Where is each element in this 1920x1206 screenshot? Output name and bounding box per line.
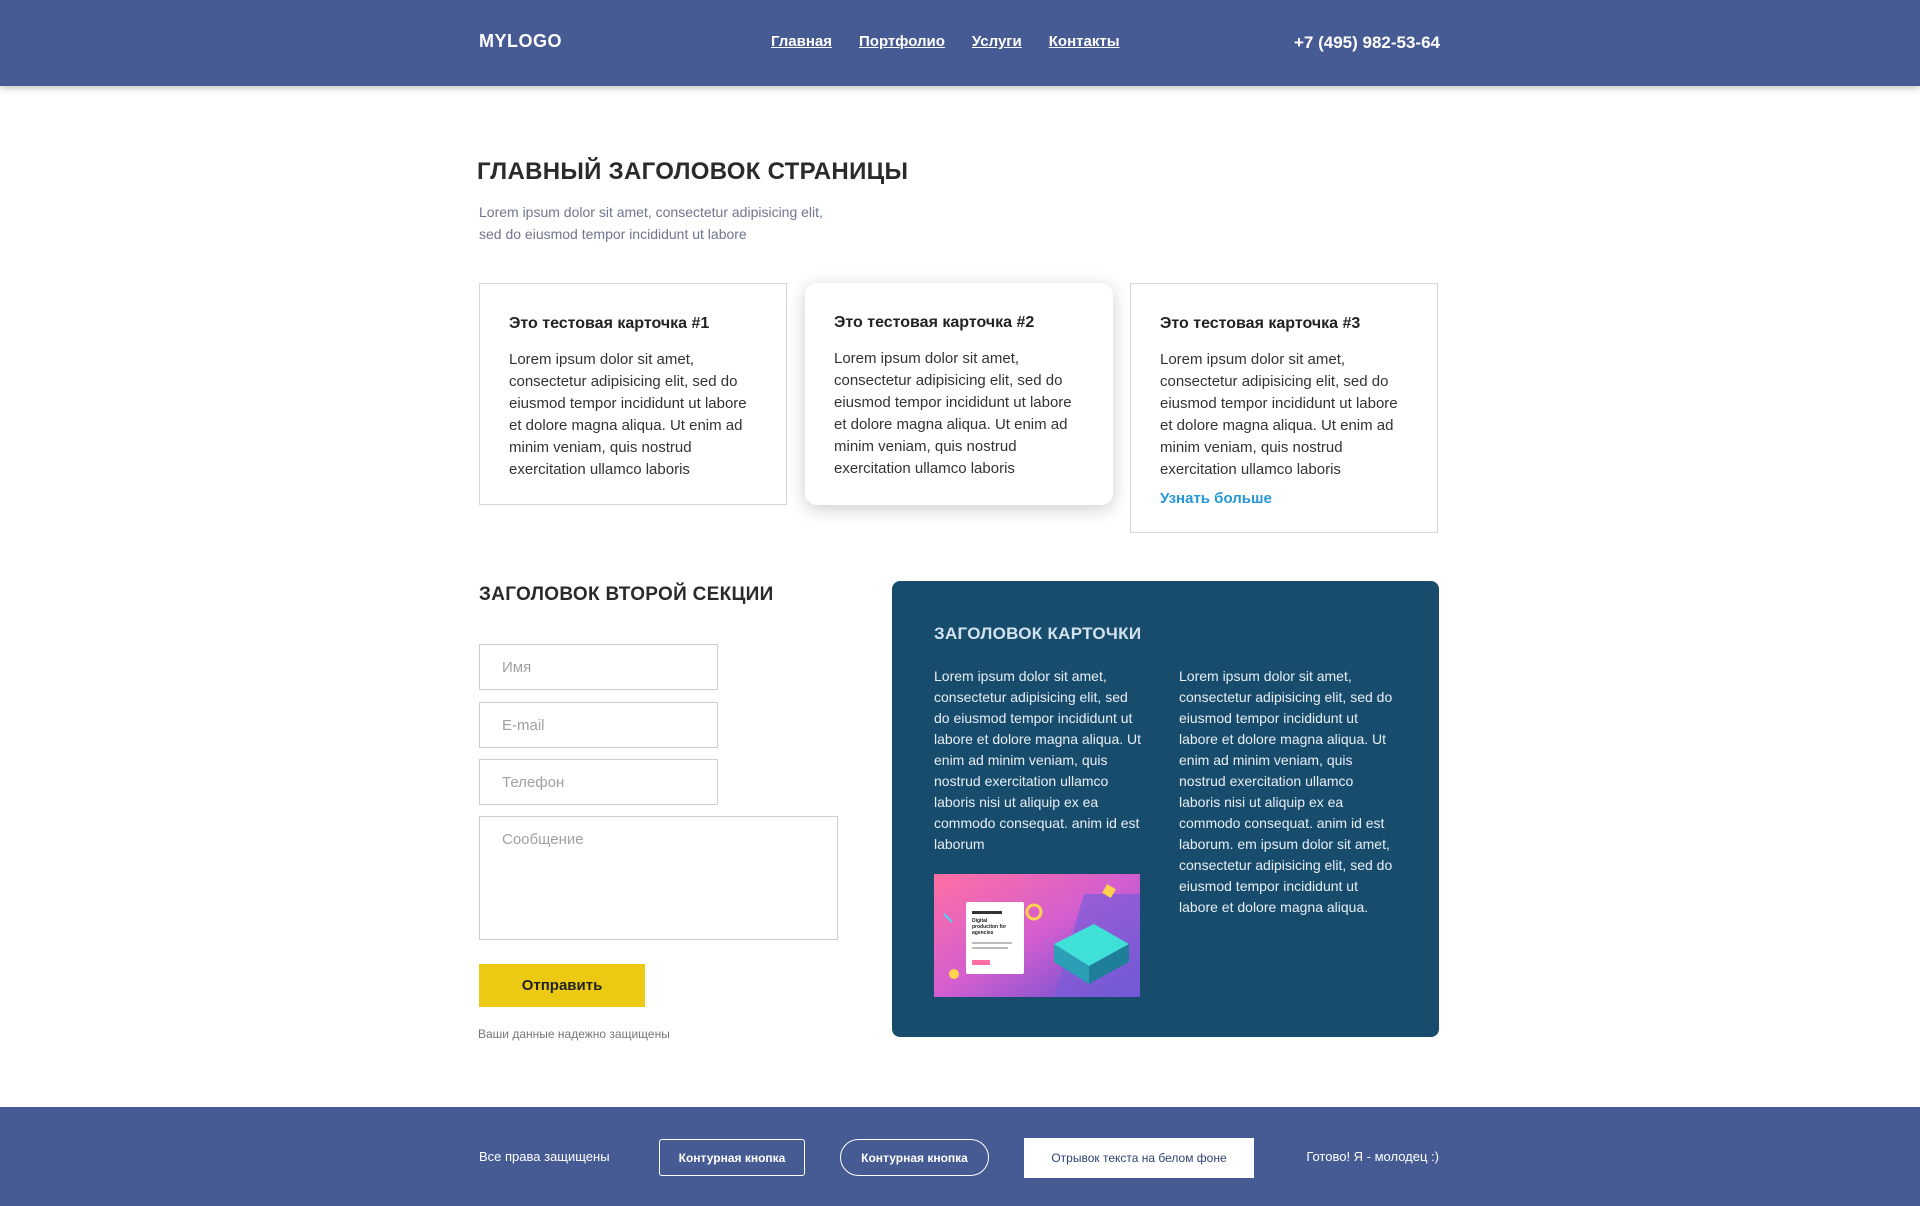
learn-more-link[interactable]: Узнать больше — [1160, 490, 1272, 507]
card-1: Это тестовая карточка #1 Lorem ipsum dol… — [479, 283, 787, 505]
site-footer: Все права защищены Контурная кнопка Конт… — [0, 1107, 1920, 1206]
logo[interactable]: MYLOGO — [479, 31, 562, 52]
footer-message: Готово! Я - молодец :) — [1306, 1149, 1439, 1164]
info-card-text-left: Lorem ipsum dolor sit amet, consectetur … — [934, 668, 1142, 852]
site-header: MYLOGO Главная Портфолио Услуги Контакты… — [0, 0, 1920, 86]
card-title: Это тестовая карточка #3 — [1160, 315, 1361, 332]
nav-link-home[interactable]: Главная — [771, 33, 832, 50]
section-title: ЗАГОЛОВОК ВТОРОЙ СЕКЦИИ — [479, 584, 774, 605]
phone-field[interactable] — [479, 759, 718, 805]
card-text: Lorem ipsum dolor sit amet, consectetur … — [834, 350, 1072, 477]
info-card-text-right: Lorem ipsum dolor sit amet, consectetur … — [1179, 668, 1393, 915]
email-field[interactable] — [479, 702, 718, 748]
info-card-title: ЗАГОЛОВОК КАРТОЧКИ — [934, 624, 1142, 643]
page-title: ГЛАВНЫЙ ЗАГОЛОВОК СТРАНИЦЫ — [477, 158, 909, 185]
submit-button[interactable]: Отправить — [479, 964, 645, 1007]
nav-link-services[interactable]: Услуги — [972, 33, 1022, 50]
outline-button-rounded[interactable]: Контурная кнопка — [840, 1139, 989, 1176]
copyright: Все права защищены — [479, 1149, 610, 1164]
card-title: Это тестовая карточка #2 — [834, 314, 1035, 331]
card-text: Lorem ipsum dolor sit amet, consectetur … — [509, 351, 747, 478]
message-field[interactable] — [479, 816, 838, 940]
card-title: Это тестовая карточка #1 — [509, 315, 710, 332]
card-3: Это тестовая карточка #3 Lorem ipsum dol… — [1130, 283, 1438, 533]
svg-text:agencies: agencies — [972, 930, 994, 936]
card-2: Это тестовая карточка #2 Lorem ipsum dol… — [805, 283, 1113, 505]
nav-link-contacts[interactable]: Контакты — [1049, 33, 1120, 50]
info-card: ЗАГОЛОВОК КАРТОЧКИ Lorem ipsum dolor sit… — [892, 581, 1439, 1037]
outline-button-square[interactable]: Контурная кнопка — [659, 1139, 805, 1176]
name-field[interactable] — [479, 644, 718, 690]
promo-illustration: Digital production for agencies — [934, 874, 1140, 997]
card-text: Lorem ipsum dolor sit amet, consectetur … — [1160, 351, 1398, 478]
privacy-note: Ваши данные надежно защищены — [478, 1027, 670, 1041]
nav-link-portfolio[interactable]: Портфолио — [859, 33, 945, 50]
header-phone[interactable]: +7 (495) 982-53-64 — [1294, 33, 1440, 53]
page-subtitle: Lorem ipsum dolor sit amet, consectetur … — [479, 204, 823, 242]
white-button[interactable]: Отрывок текста на белом фоне — [1024, 1138, 1254, 1178]
main-nav: Главная Портфолио Услуги Контакты — [771, 33, 1120, 50]
promo-image: Digital production for agencies — [934, 874, 1140, 997]
